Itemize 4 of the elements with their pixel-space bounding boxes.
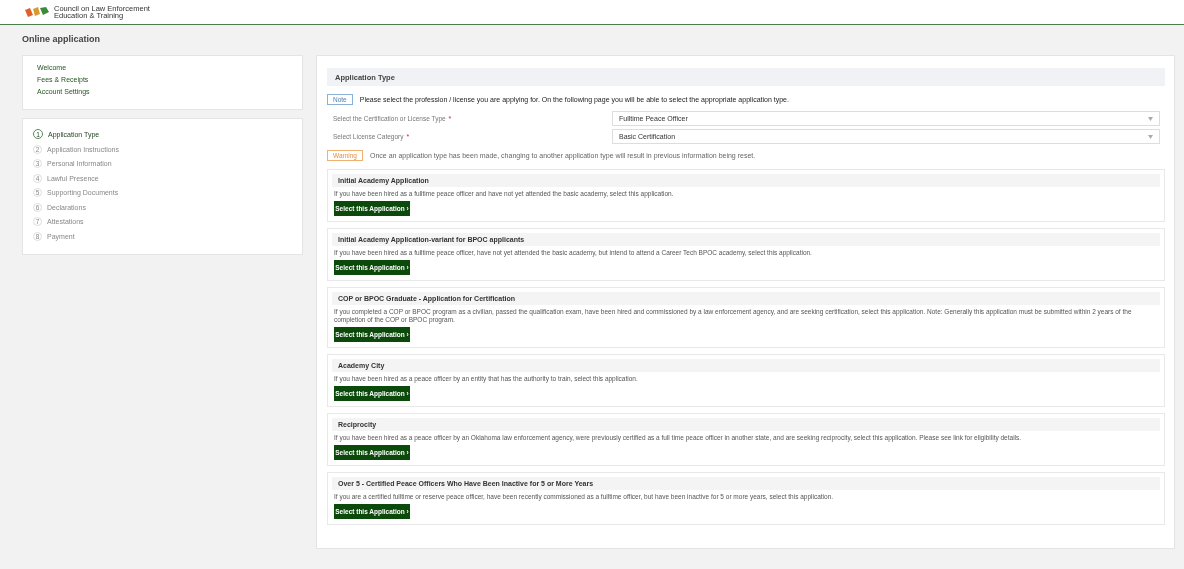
caret-icon — [1148, 134, 1153, 139]
caret-icon — [1148, 116, 1153, 121]
logo-icon — [24, 6, 50, 18]
page-title: Online application — [22, 33, 101, 46]
